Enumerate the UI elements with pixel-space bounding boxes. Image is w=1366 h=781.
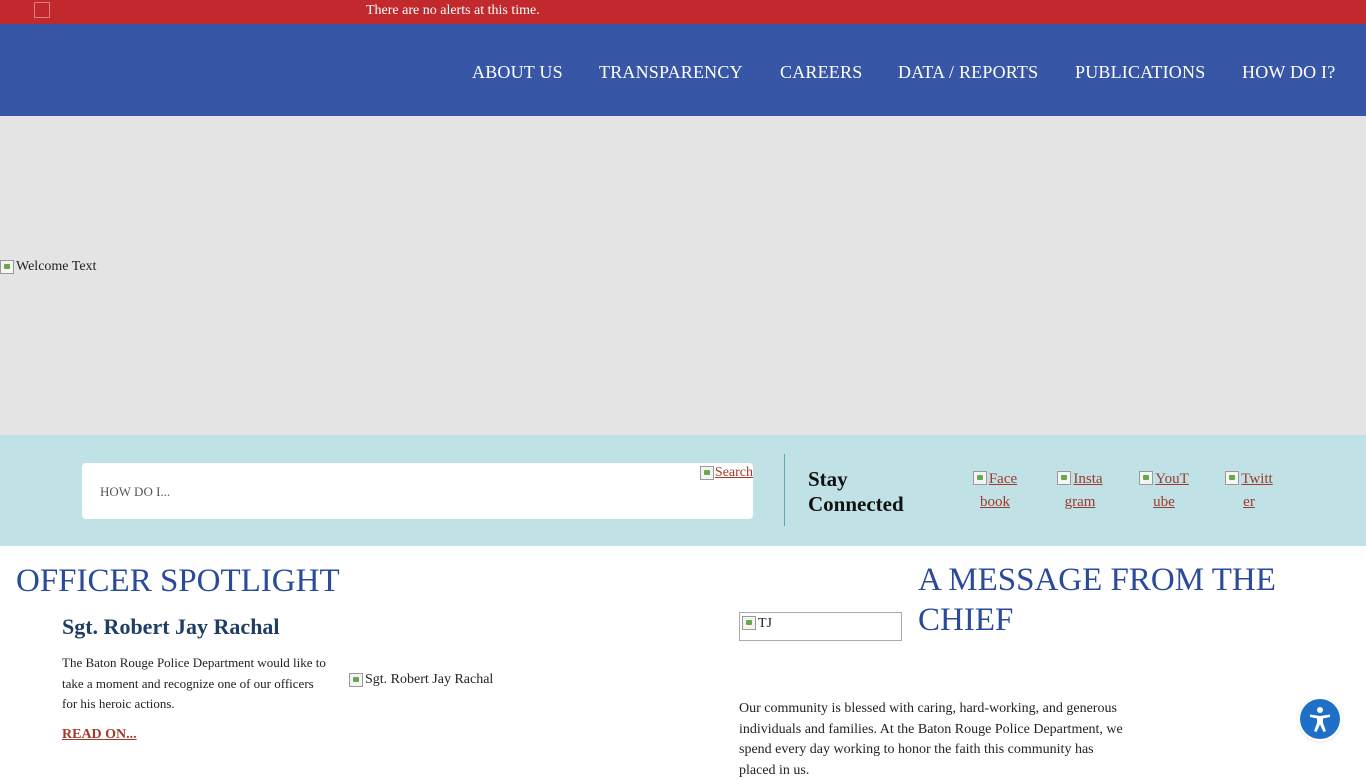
read-on-link[interactable]: READ ON... (62, 727, 137, 743)
youtube-label-2: ube (1153, 494, 1175, 510)
instagram-label-1: Insta (1073, 471, 1103, 487)
twitter-label-2: er (1243, 494, 1255, 510)
search-input[interactable] (98, 463, 682, 521)
search-button[interactable]: Search (699, 465, 753, 481)
search-button-alt: Search (714, 465, 753, 480)
youtube-label-1: YouT (1155, 471, 1189, 487)
chief-message-heading: A MESSAGE FROM THE CHIEF (918, 560, 1276, 640)
accessibility-button[interactable] (1300, 699, 1340, 739)
officer-name: Sgt. Robert Jay Rachal (62, 614, 280, 639)
instagram-label-2: gram (1064, 494, 1096, 510)
chief-heading-line-1: A MESSAGE FROM THE (918, 562, 1276, 598)
accessibility-icon (1310, 707, 1330, 732)
chief-heading-line-2: CHIEF (918, 602, 1014, 638)
twitter-label-1: Twitt (1241, 471, 1273, 487)
broken-image-icon (349, 673, 363, 687)
stay-connected-title: Stay Connected (808, 467, 918, 517)
brpd-logo-image[interactable] (34, 2, 50, 18)
instagram-link[interactable]: Insta gram (1052, 468, 1108, 514)
band-divider (784, 454, 785, 526)
chief-image-alt: TJ (758, 616, 772, 631)
chief-image: TJ (739, 612, 902, 641)
youtube-link[interactable]: YouT ube (1136, 468, 1192, 514)
twitter-link[interactable]: Twitt er (1221, 468, 1277, 514)
nav-item-about-us[interactable]: ABOUT US (472, 62, 563, 82)
nav-item-publications[interactable]: PUBLICATIONS (1075, 62, 1205, 82)
hero-banner: Welcome Text (0, 116, 1366, 435)
officer-description: The Baton Rouge Police Department would … (62, 655, 326, 711)
welcome-text-image: Welcome Text (0, 259, 96, 275)
alert-bar: There are no alerts at this time. (0, 0, 1366, 24)
youtube-icon (1139, 471, 1154, 485)
facebook-link[interactable]: Face book (967, 468, 1023, 514)
nav-item-how-do-i[interactable]: HOW DO I? (1242, 62, 1335, 82)
instagram-icon (1057, 471, 1072, 485)
facebook-label-1: Face (988, 471, 1018, 487)
nav-item-data-reports[interactable]: DATA / REPORTS (898, 62, 1038, 82)
nav-item-careers[interactable]: CAREERS (780, 62, 862, 82)
broken-image-icon (742, 616, 756, 630)
twitter-icon (1225, 471, 1240, 485)
facebook-label-2: book (980, 494, 1010, 510)
broken-image-icon (0, 260, 14, 274)
officer-image: Sgt. Robert Jay Rachal (349, 672, 493, 688)
alert-message: There are no alerts at this time. (366, 3, 540, 18)
welcome-text-alt: Welcome Text (16, 259, 97, 274)
stay-connected-text: Stay Connected (808, 467, 904, 516)
search-box: Search (82, 463, 753, 521)
chief-message-text: Our community is blessed with caring, ha… (739, 701, 1123, 778)
search-icon (699, 466, 714, 480)
main-navigation: ABOUT US TRANSPARENCY CAREERS DATA / REP… (0, 24, 1366, 116)
officer-image-alt: Sgt. Robert Jay Rachal (365, 672, 494, 687)
search-band: Search Stay Connected Face book Insta gr… (0, 435, 1366, 546)
officer-spotlight-heading: OFFICER SPOTLIGHT (16, 563, 340, 599)
nav-item-transparency[interactable]: TRANSPARENCY (599, 62, 743, 82)
facebook-icon (972, 471, 987, 485)
